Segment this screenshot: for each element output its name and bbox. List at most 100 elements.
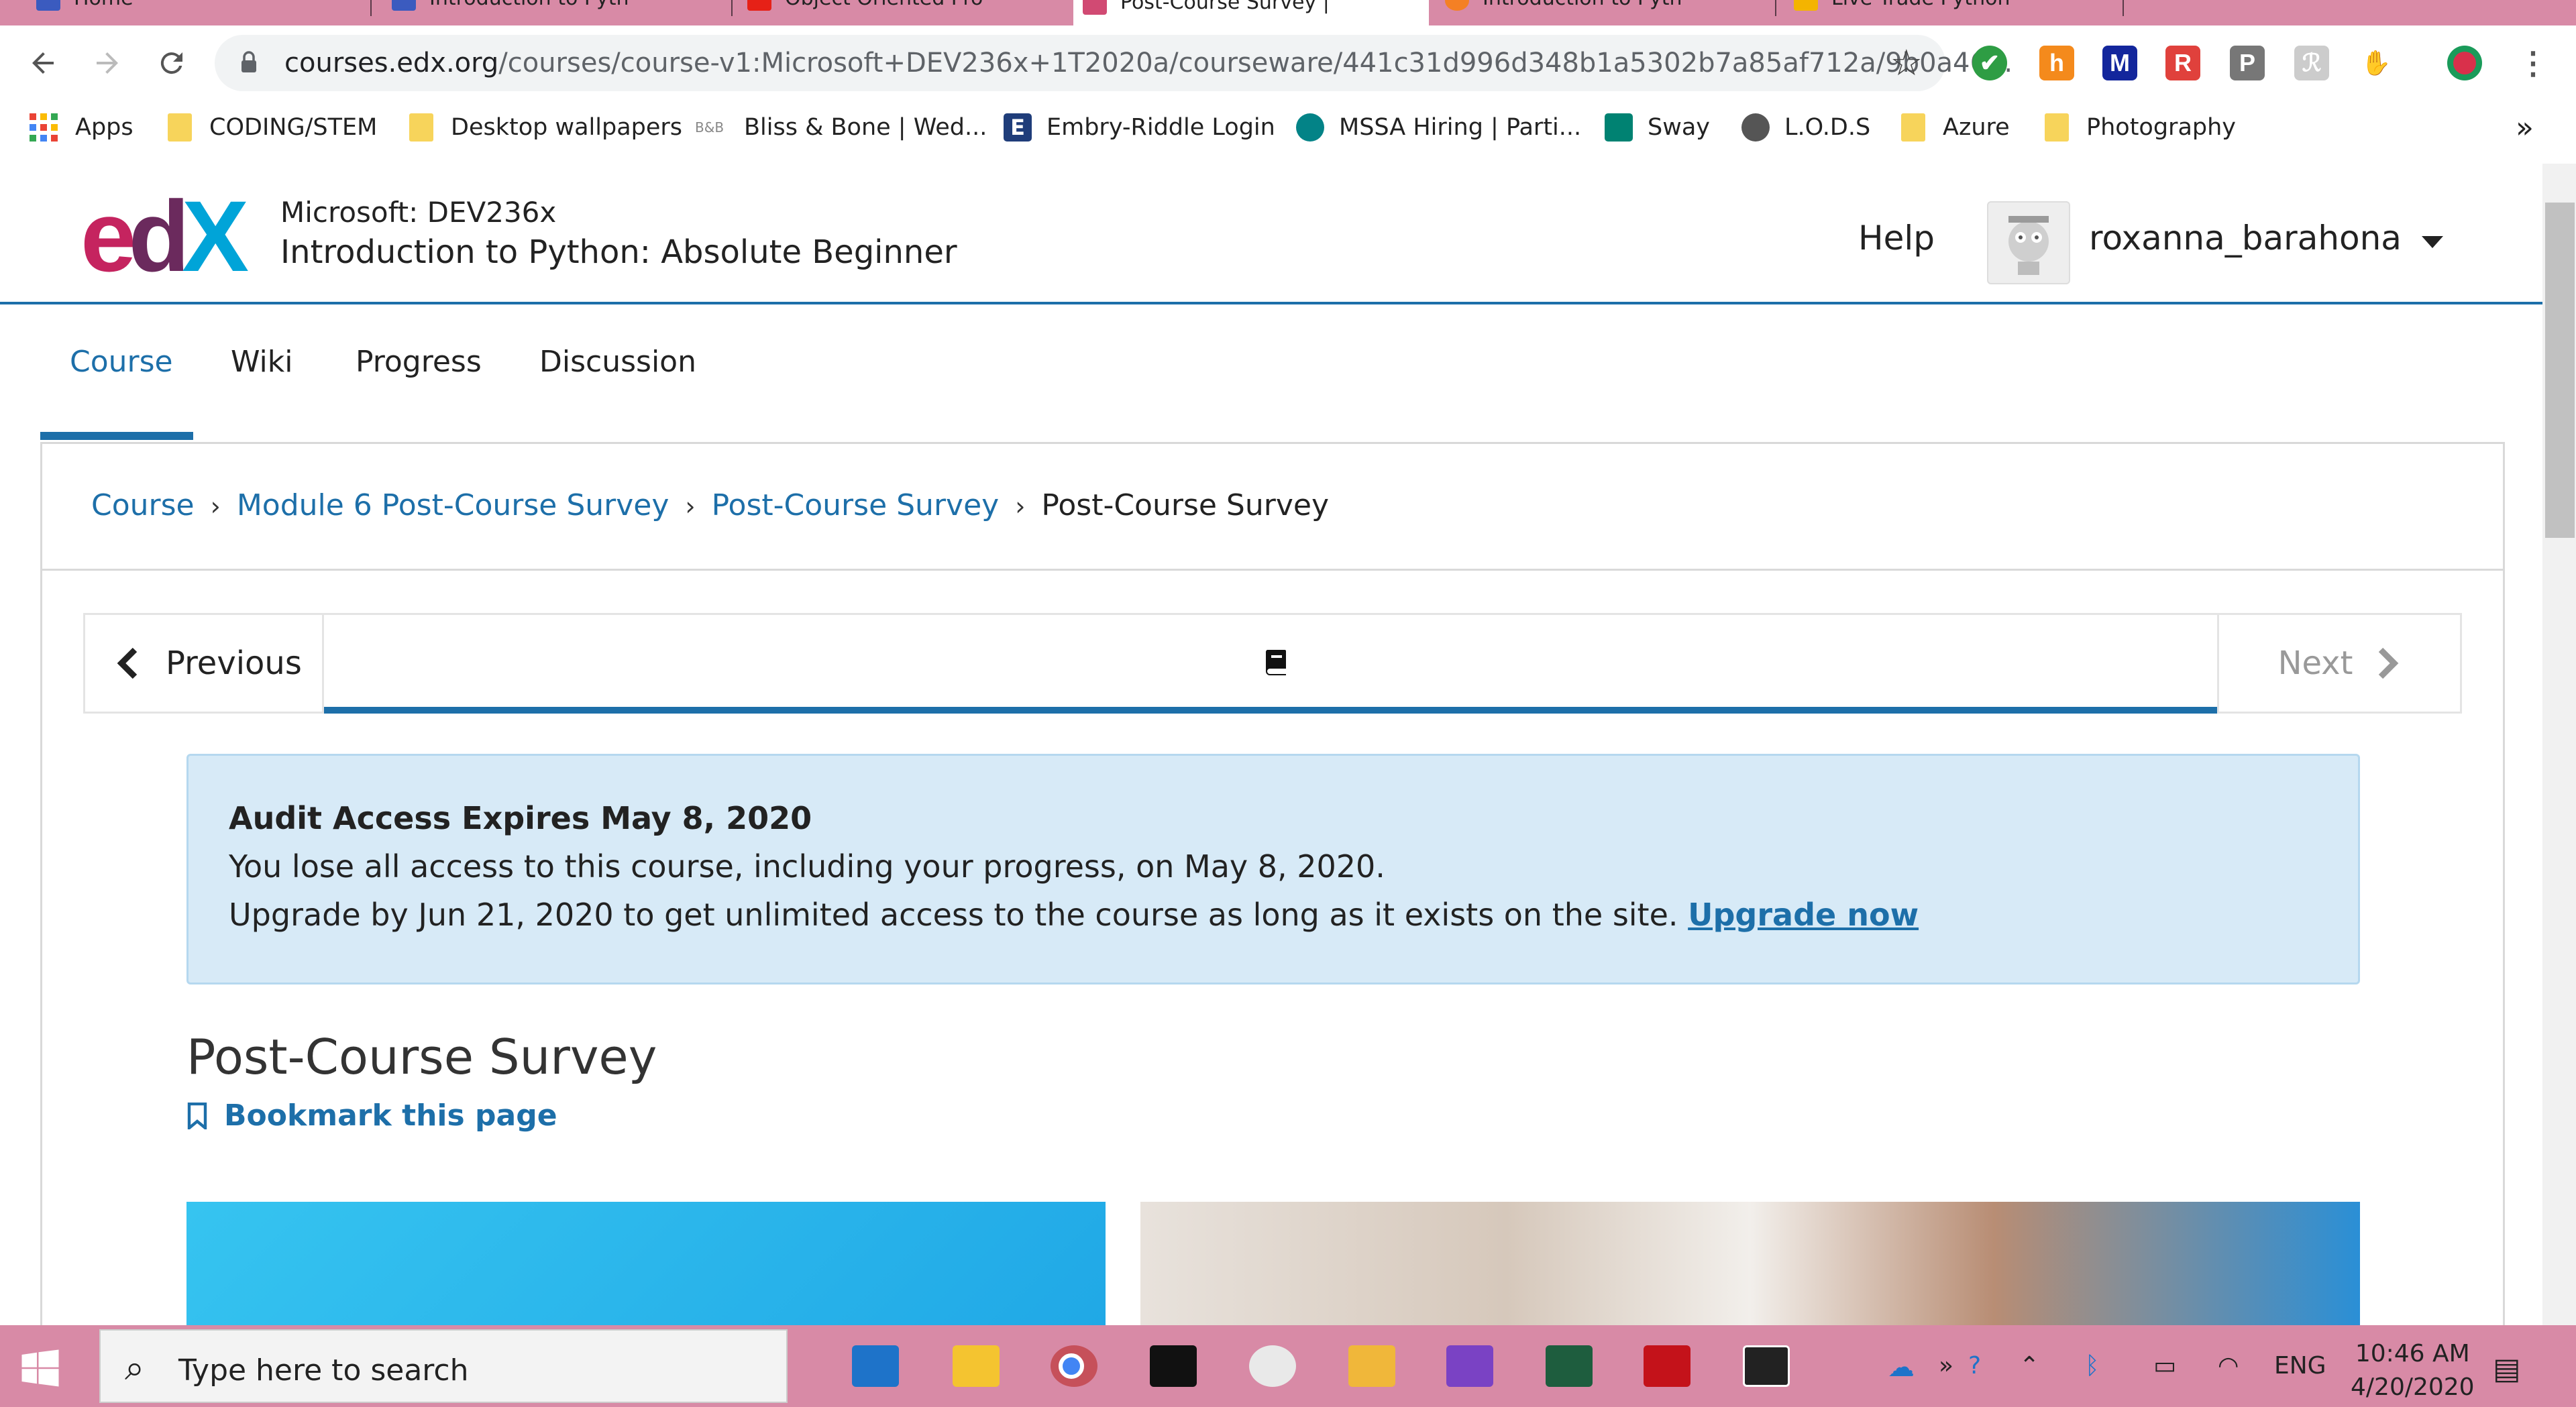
chrome-app-icon[interactable] bbox=[1051, 1345, 1097, 1387]
web-page: edX Microsoft: DEV236x Introduction to P… bbox=[0, 164, 2542, 1325]
r-extension-icon[interactable]: R bbox=[2165, 46, 2200, 80]
bluetooth-icon[interactable]: ᛒ bbox=[2085, 1352, 2100, 1380]
breadcrumb: Course › Module 6 Post-Course Survey › Post-… bbox=[91, 488, 1329, 522]
unit-progress-bar bbox=[324, 707, 2217, 714]
taskbar-clock[interactable]: 10:46 AM 4/20/2020 bbox=[2351, 1337, 2475, 1404]
bookmark-embry-riddle[interactable]: E Embry-Riddle Login bbox=[1004, 110, 1275, 145]
breadcrumb-separator: › bbox=[685, 492, 696, 521]
site-header: edX Microsoft: DEV236x Introduction to P… bbox=[0, 164, 2542, 304]
tab-separator bbox=[1775, 0, 1776, 16]
globe-icon bbox=[1741, 113, 1770, 142]
breadcrumb-current: Post-Course Survey bbox=[1041, 488, 1329, 522]
bookmark-icon bbox=[187, 1102, 207, 1129]
p-extension-icon[interactable]: P bbox=[2230, 46, 2265, 80]
check-extension-icon[interactable]: ✔ bbox=[1972, 46, 2007, 80]
bookmark-bliss-bone[interactable]: B&B Bliss & Bone | Wed... bbox=[695, 110, 987, 145]
clock-time: 10:46 AM bbox=[2355, 1340, 2470, 1367]
chevron-up-icon[interactable]: ⌃ bbox=[2019, 1352, 2039, 1380]
breadcrumb-separator: › bbox=[210, 492, 221, 521]
x-app-icon[interactable] bbox=[1743, 1345, 1790, 1387]
sharepoint-icon bbox=[1296, 113, 1324, 142]
book-icon bbox=[1265, 650, 1286, 675]
bookmark-lods[interactable]: L.O.D.S bbox=[1741, 110, 1870, 145]
username[interactable]: roxanna_barahona bbox=[2089, 219, 2402, 258]
tab-progress[interactable]: Progress bbox=[356, 345, 482, 379]
tray-overflow-icon[interactable]: » bbox=[1939, 1352, 1953, 1380]
honey-extension-icon[interactable]: h bbox=[2039, 46, 2074, 80]
bookmark-coding-stem[interactable]: CODING/STEM bbox=[168, 110, 377, 145]
language-indicator[interactable]: ENG bbox=[2274, 1352, 2326, 1380]
scrollbar-thumb[interactable] bbox=[2545, 203, 2575, 538]
chrome-menu-icon[interactable]: ⋮ bbox=[2516, 46, 2551, 80]
browser-tab-intro-python[interactable]: Introduction to Pyth bbox=[382, 0, 711, 25]
search-icon: ⌕ bbox=[125, 1348, 145, 1388]
more-bookmarks-button[interactable]: » bbox=[2516, 110, 2534, 145]
e-logo-icon: E bbox=[1004, 113, 1032, 142]
excel-app-icon[interactable] bbox=[1546, 1345, 1593, 1387]
document-icon bbox=[392, 0, 416, 11]
script-extension-icon[interactable]: ℛ bbox=[2294, 46, 2329, 80]
browser-tab-home[interactable]: Home bbox=[27, 0, 369, 25]
tab-wiki[interactable]: Wiki bbox=[231, 345, 292, 379]
forward-arrow-icon bbox=[97, 52, 118, 74]
sway-icon bbox=[1605, 113, 1633, 142]
acrobat-app-icon[interactable] bbox=[1644, 1345, 1690, 1387]
audit-access-alert: Audit Access Expires May 8, 2020 You los… bbox=[186, 754, 2360, 984]
breadcrumb-module[interactable]: Module 6 Post-Course Survey bbox=[237, 488, 669, 522]
file-explorer-icon[interactable] bbox=[953, 1345, 1000, 1387]
profile-avatar-icon[interactable] bbox=[2447, 46, 2482, 80]
m-extension-icon[interactable]: M bbox=[2102, 46, 2137, 80]
next-button[interactable]: Next bbox=[2217, 615, 2460, 712]
tab-discussion[interactable]: Discussion bbox=[539, 345, 696, 379]
chevron-down-icon[interactable] bbox=[2422, 236, 2443, 248]
bookmark-azure[interactable]: Azure bbox=[1901, 110, 2010, 145]
edx-logo[interactable]: edX bbox=[80, 186, 249, 286]
reload-button[interactable] bbox=[152, 43, 192, 83]
chrome-center bbox=[1059, 1353, 1084, 1379]
course-tabs: Course Wiki Progress Discussion bbox=[0, 345, 2542, 405]
alert-line-2: Upgrade by Jun 21, 2020 to get unlimited… bbox=[229, 897, 1919, 933]
browser-tab-live-trade[interactable]: Live Trade Python bbox=[1784, 0, 2100, 25]
bookmark-desktop-wallpapers[interactable]: Desktop wallpapers bbox=[409, 110, 682, 145]
bookmark-page-button[interactable]: Bookmark this page bbox=[186, 1099, 557, 1133]
bookmark-mssa-hiring[interactable]: MSSA Hiring | Parti... bbox=[1296, 110, 1581, 145]
divider bbox=[40, 569, 2505, 571]
browser-tab-youtube[interactable]: Object Oriented Pro bbox=[738, 0, 1060, 25]
battery-icon[interactable]: ▭ bbox=[2153, 1352, 2176, 1380]
hand-extension-icon[interactable]: ✋ bbox=[2359, 46, 2394, 80]
user-avatar[interactable] bbox=[1987, 201, 2070, 284]
apps-grid-icon bbox=[30, 113, 58, 142]
bookmark-star-icon[interactable]: ☆ bbox=[1890, 42, 1923, 84]
folder-icon bbox=[1901, 113, 1925, 142]
browser-tab-intro-python-2[interactable]: Introduction to Pyth bbox=[1436, 0, 1758, 25]
windows-start-icon[interactable] bbox=[20, 1348, 60, 1388]
wifi-icon[interactable]: ◠ bbox=[2218, 1352, 2239, 1380]
breadcrumb-section[interactable]: Post-Course Survey bbox=[712, 488, 1000, 522]
robot-avatar-icon bbox=[2008, 216, 2049, 275]
bookmark-photography[interactable]: Photography bbox=[2045, 110, 2236, 145]
taskbar-search-input[interactable]: ⌕ Type here to search bbox=[99, 1329, 788, 1403]
address-bar[interactable]: courses.edx.org/courses/course-v1:Micros… bbox=[215, 35, 2012, 91]
unit-tab[interactable] bbox=[324, 615, 2217, 714]
browser-tab-active[interactable]: Post-Course Survey | bbox=[1073, 0, 1429, 25]
paint-app-icon[interactable] bbox=[1348, 1345, 1395, 1387]
onedrive-icon[interactable]: ☁ bbox=[1888, 1352, 1915, 1383]
snipping-tool-icon[interactable] bbox=[1249, 1345, 1296, 1387]
previous-button[interactable]: Previous bbox=[85, 615, 324, 712]
mail-app-icon[interactable] bbox=[852, 1345, 899, 1387]
bookmark-apps[interactable]: Apps bbox=[30, 110, 133, 145]
orange-circle-icon bbox=[1445, 0, 1469, 11]
help-tray-icon[interactable]: ? bbox=[1968, 1352, 1981, 1380]
help-link[interactable]: Help bbox=[1858, 219, 1935, 258]
visual-studio-icon[interactable] bbox=[1446, 1345, 1493, 1387]
tab-course[interactable]: Course bbox=[70, 345, 173, 379]
forward-button[interactable] bbox=[87, 43, 127, 83]
breadcrumb-course[interactable]: Course bbox=[91, 488, 195, 522]
tab-separator bbox=[731, 0, 733, 16]
back-button[interactable] bbox=[23, 43, 63, 83]
bookmark-sway[interactable]: Sway bbox=[1605, 110, 1710, 145]
folder-icon bbox=[168, 113, 192, 142]
notifications-icon[interactable]: ▤ bbox=[2493, 1352, 2521, 1386]
terminal-app-icon[interactable] bbox=[1150, 1345, 1197, 1387]
upgrade-now-link[interactable]: Upgrade now bbox=[1688, 897, 1919, 933]
